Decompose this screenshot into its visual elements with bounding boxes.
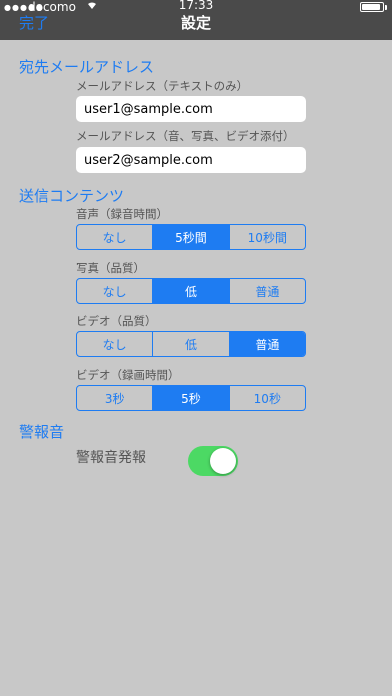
clock: 17:33 xyxy=(178,0,214,12)
section-content-header: 送信コンテンツ xyxy=(19,187,125,205)
segment-option[interactable]: 10秒間 xyxy=(228,225,305,249)
video-quality-label: ビデオ（品質） xyxy=(76,314,157,328)
video-duration-label: ビデオ（録画時間） xyxy=(76,368,180,382)
photo-quality-label: 写真（品質） xyxy=(76,261,145,275)
media-email-field[interactable] xyxy=(76,147,306,173)
toggle-knob xyxy=(210,448,236,474)
segment-option[interactable]: 普通 xyxy=(228,279,305,303)
segment-option[interactable]: 3秒 xyxy=(77,386,152,410)
photo-quality-segmented-control[interactable]: なし 低 普通 xyxy=(76,278,306,304)
page-title: 設定 xyxy=(180,14,211,32)
segment-option[interactable]: 普通 xyxy=(228,332,305,356)
section-email-header: 宛先メールアドレス xyxy=(19,58,155,76)
segment-option[interactable]: なし xyxy=(77,225,152,249)
segment-option[interactable]: なし xyxy=(77,332,152,356)
alarm-toggle-label: 警報音発報 xyxy=(76,450,146,466)
battery-icon xyxy=(360,2,387,12)
video-quality-segmented-control[interactable]: なし 低 普通 xyxy=(76,331,306,357)
text-email-label: メールアドレス（テキストのみ） xyxy=(76,79,249,93)
audio-duration-segmented-control[interactable]: なし 5秒間 10秒間 xyxy=(76,224,306,250)
text-email-field[interactable] xyxy=(76,96,306,122)
video-duration-segmented-control[interactable]: 3秒 5秒 10秒 xyxy=(76,385,306,411)
segment-option[interactable]: 低 xyxy=(152,279,229,303)
section-alarm-header: 警報音 xyxy=(19,423,65,441)
segment-option[interactable]: 5秒間 xyxy=(152,225,229,249)
segment-option[interactable]: 低 xyxy=(152,332,228,356)
alarm-toggle-switch[interactable] xyxy=(188,446,238,476)
navigation-bar: ●●●●● docomo 17:33 完了 設定 xyxy=(0,0,392,40)
media-email-label: メールアドレス（音、写真、ビデオ添付） xyxy=(76,129,295,143)
audio-duration-label: 音声（録音時間） xyxy=(76,207,168,221)
segment-option[interactable]: なし xyxy=(77,279,152,303)
segment-option[interactable]: 10秒 xyxy=(228,386,305,410)
segment-option[interactable]: 5秒 xyxy=(152,386,229,410)
